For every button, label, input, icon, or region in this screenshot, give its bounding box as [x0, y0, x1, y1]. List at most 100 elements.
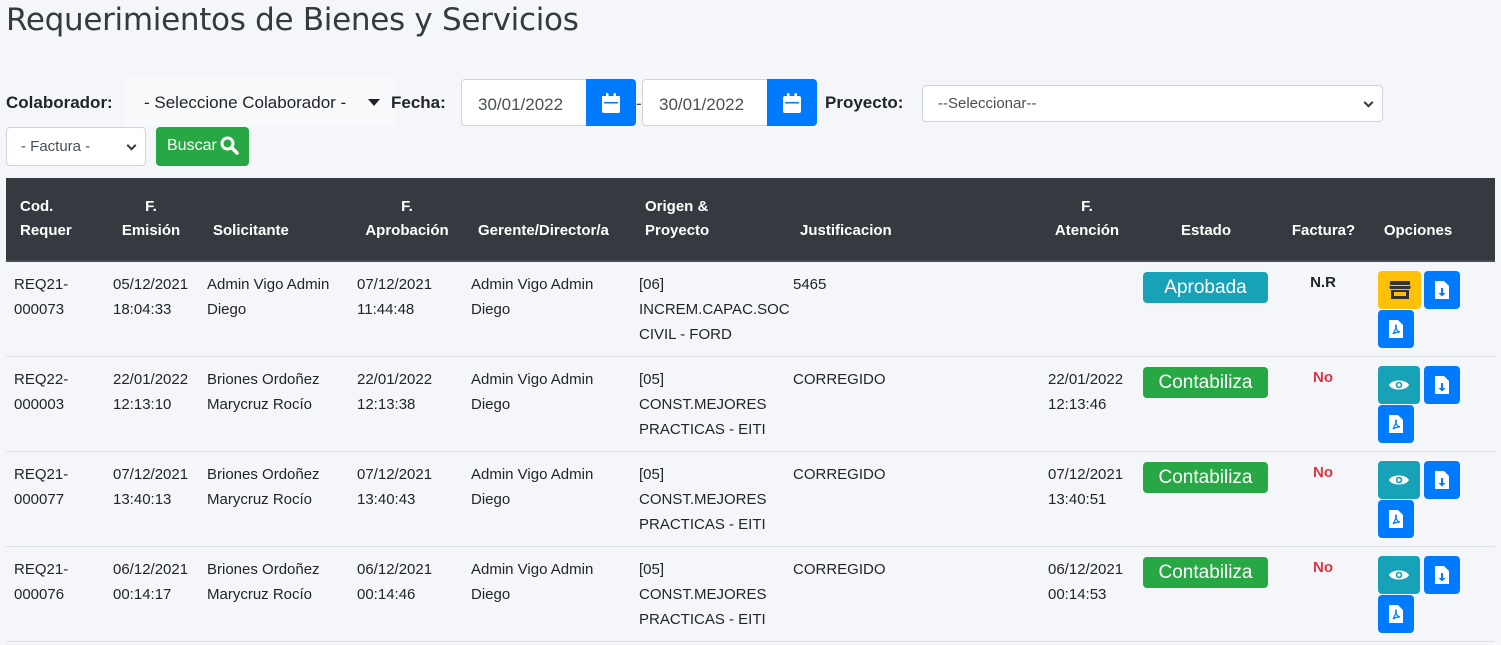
table-header: Cod. Requer F. Emisión Solicitante F. Aprob… — [6, 178, 1495, 262]
cell-line: Admin Vigo Admin — [207, 276, 330, 293]
proyecto-value: --Seleccionar-- — [938, 95, 1037, 112]
fecha-desde-calendar-button[interactable] — [586, 79, 636, 126]
cell-line: PRACTICAS - EITI — [639, 516, 766, 533]
cell-emision: 06/12/2021 00:14:17 — [113, 557, 188, 607]
colaborador-dropdown[interactable]: - Seleccione Colaborador - — [124, 78, 396, 126]
search-icon — [220, 136, 239, 155]
cell-gerente: Admin Vigo Admin Diego — [471, 367, 593, 417]
cell-line: INCREM.CAPAC.SOC — [639, 301, 790, 318]
cell-line: [05] — [639, 561, 665, 578]
cell-line: 22/01/2022 — [1048, 371, 1124, 388]
cell-line: 00:14:46 — [357, 586, 416, 603]
cell-origen: [05] CONST.MEJORES PRACTICAS - EITI — [639, 367, 767, 442]
cell-line: Diego — [207, 301, 247, 318]
header-cod: Cod. Requer — [20, 198, 72, 239]
cell-line: PRACTICAS - EITI — [639, 611, 766, 628]
fecha-hasta-value: 30/01/2022 — [659, 95, 745, 114]
file-download-icon — [1435, 376, 1449, 394]
cell-line: Diego — [471, 396, 511, 413]
header-solicitante: Solicitante — [213, 222, 289, 239]
pdf-button[interactable] — [1378, 405, 1414, 443]
chevron-down-icon — [1363, 97, 1374, 108]
cell-line: 18:04:33 — [113, 301, 172, 318]
pdf-button[interactable] — [1378, 310, 1414, 348]
cell-cod[interactable]: REQ21- 000077 — [14, 462, 68, 512]
proyecto-select[interactable]: --Seleccionar-- — [922, 85, 1383, 122]
cell-line: REQ22- — [14, 371, 69, 388]
cell-line: Marycruz Rocío — [207, 491, 313, 508]
cell-line: 000076 — [14, 586, 65, 603]
cell-cod[interactable]: REQ21- 000073 — [14, 272, 68, 322]
cell-gerente: Admin Vigo Admin Diego — [471, 272, 593, 322]
file-pdf-icon — [1389, 415, 1403, 433]
eye-icon — [1389, 570, 1409, 580]
cell-justificacion: CORREGIDO — [793, 466, 886, 483]
caret-down-icon — [368, 99, 380, 106]
header-justificacion: Justificacion — [800, 222, 892, 239]
cell-line: 22/01/2022 — [113, 371, 189, 388]
cell-line: [05] — [639, 371, 665, 388]
calendar-icon — [602, 92, 620, 113]
cell-line: REQ21- — [14, 276, 69, 293]
cell-line: [05] — [639, 466, 665, 483]
file-download-icon — [1435, 471, 1449, 489]
colaborador-label: Colaborador: — [6, 93, 113, 112]
cell-line: CIVIL - FORD — [639, 326, 732, 343]
factura-value: N.R — [1310, 274, 1336, 291]
download-button[interactable] — [1424, 556, 1460, 594]
pdf-button[interactable] — [1378, 595, 1414, 633]
cell-cod[interactable]: REQ22- 000003 — [14, 367, 68, 417]
buscar-label: Buscar — [167, 137, 217, 154]
cell-line: 22/01/2022 — [357, 371, 433, 388]
download-button[interactable] — [1424, 366, 1460, 404]
cell-line: 12:13:46 — [1048, 396, 1107, 413]
fecha-hasta-input[interactable]: 30/01/2022 — [642, 79, 768, 126]
cell-line: 07/12/2021 — [113, 466, 189, 483]
cell-line: Admin Vigo Admin — [471, 371, 594, 388]
cell-justificacion: 5465 — [793, 276, 827, 293]
cell-origen: [05] CONST.MEJORES PRACTICAS - EITI — [639, 462, 767, 537]
cell-line: 12:13:38 — [357, 396, 416, 413]
cell-justificacion: CORREGIDO — [793, 371, 886, 388]
pdf-button[interactable] — [1378, 500, 1414, 538]
cell-gerente: Admin Vigo Admin Diego — [471, 557, 593, 607]
status-badge: Contabiliza — [1143, 462, 1268, 493]
cell-line: 11:44:48 — [357, 301, 415, 318]
proyecto-label: Proyecto: — [825, 93, 904, 112]
cell-line: Briones Ordoñez — [207, 466, 320, 483]
cell-line: Diego — [471, 301, 511, 318]
factura-select[interactable]: - Factura - — [6, 127, 146, 166]
view-button[interactable] — [1378, 461, 1420, 499]
header-opciones: Opciones — [1383, 222, 1453, 239]
filter-bar: Colaborador: - Seleccione Colaborador - … — [6, 78, 1496, 168]
store-button[interactable] — [1378, 271, 1421, 309]
fecha-hasta-calendar-button[interactable] — [767, 79, 817, 126]
cell-line: 07/12/2021 — [1048, 466, 1124, 483]
fecha-desde-value: 30/01/2022 — [478, 95, 564, 114]
view-button[interactable] — [1378, 556, 1420, 594]
cell-atencion: 22/01/2022 12:13:46 — [1048, 367, 1123, 417]
cell-line: CONST.MEJORES — [639, 491, 767, 508]
table-row: REQ22- 000003 22/01/2022 12:13:10 Briones … — [6, 357, 1495, 452]
download-button[interactable] — [1424, 461, 1460, 499]
calendar-icon — [783, 92, 801, 113]
cell-origen: [05] CONST.MEJORES PRACTICAS - EITI — [639, 557, 767, 632]
download-button[interactable] — [1424, 271, 1460, 309]
cell-line: 13:40:51 — [1048, 491, 1107, 508]
cell-atencion: 06/12/2021 00:14:53 — [1048, 557, 1123, 607]
eye-icon — [1389, 380, 1409, 390]
table-row: REQ21- 000073 05/12/2021 18:04:33 Admin Vi… — [6, 262, 1495, 357]
cell-line: Briones Ordoñez — [207, 561, 320, 578]
header-emision: F. Emisión — [121, 198, 181, 239]
view-button[interactable] — [1378, 366, 1420, 404]
file-download-icon — [1435, 566, 1449, 584]
header-gerente: Gerente/Director/a — [478, 222, 609, 239]
fecha-label: Fecha: — [391, 93, 446, 112]
cell-justificacion: CORREGIDO — [793, 561, 886, 578]
cell-line: REQ21- — [14, 561, 69, 578]
cell-solicitante: Briones Ordoñez Marycruz Rocío — [207, 557, 320, 607]
fecha-desde-input[interactable]: 30/01/2022 — [461, 79, 587, 126]
buscar-button[interactable]: Buscar — [156, 127, 249, 166]
cell-line: PRACTICAS - EITI — [639, 421, 766, 438]
cell-cod[interactable]: REQ21- 000076 — [14, 557, 68, 607]
